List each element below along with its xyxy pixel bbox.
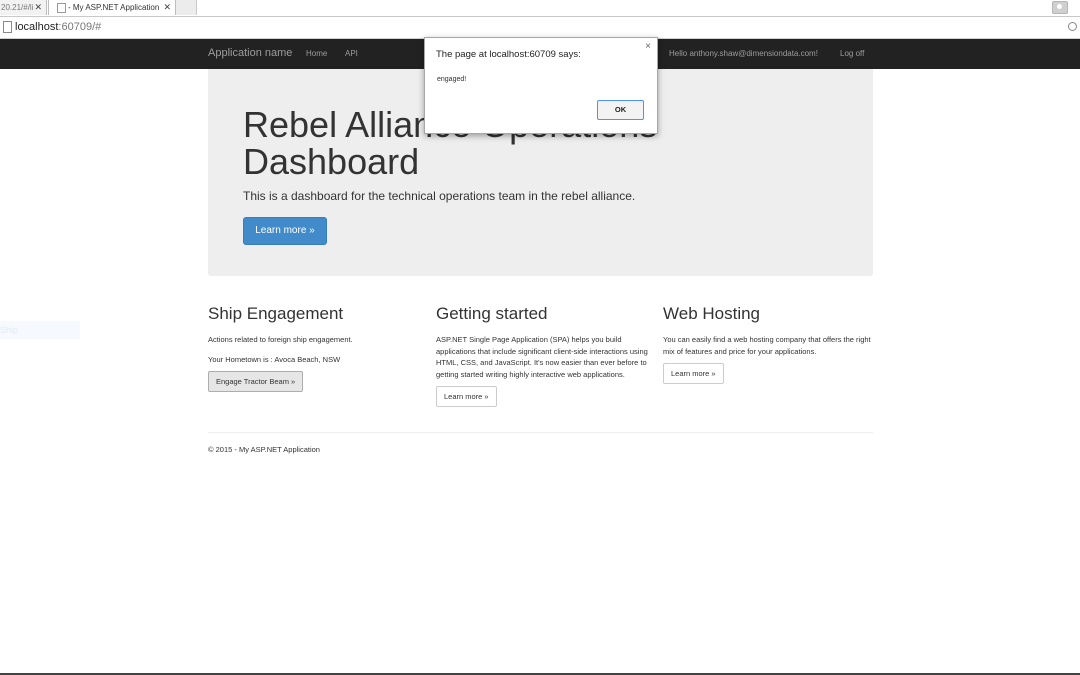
page-favicon-icon <box>57 3 66 13</box>
ship-engagement-text: Actions related to foreign ship engageme… <box>208 335 353 344</box>
url-host: localhost <box>15 21 59 33</box>
ship-engagement-section: Ship Engagement Actions related to forei… <box>208 303 423 392</box>
tab-title: - My ASP.NET Application <box>68 3 160 12</box>
browser-tab-active[interactable]: - My ASP.NET Application ✕ <box>48 0 176 15</box>
tab-close-icon[interactable]: ✕ <box>34 0 42 15</box>
browser-tab-strip: 20.21/#/li ✕ - My ASP.NET Application ✕ <box>0 0 1080 17</box>
nav-link-home[interactable]: Home <box>306 49 327 58</box>
learn-more-button[interactable]: Learn more » <box>243 217 327 245</box>
tab-close-icon[interactable]: ✕ <box>163 0 171 15</box>
getting-started-section: Getting started ASP.NET Single Page Appl… <box>436 303 651 407</box>
tab-title: 20.21/#/li <box>1 3 34 12</box>
navbar-brand[interactable]: Application name <box>208 47 292 59</box>
web-hosting-learn-more-button[interactable]: Learn more » <box>663 363 724 384</box>
profile-icon[interactable] <box>1052 1 1068 14</box>
address-bar[interactable]: localhost:60709/# <box>0 17 1080 39</box>
footer-divider <box>208 432 873 433</box>
dialog-message: engaged! <box>437 76 467 83</box>
dialog-title: The page at localhost:60709 says: <box>436 49 581 60</box>
web-hosting-text: You can easily find a web hosting compan… <box>663 335 871 356</box>
dialog-ok-button[interactable]: OK <box>597 100 644 120</box>
dialog-close-icon[interactable]: × <box>645 41 651 52</box>
getting-started-learn-more-button[interactable]: Learn more » <box>436 386 497 407</box>
web-hosting-section: Web Hosting You can easily find a web ho… <box>663 303 878 384</box>
page-icon <box>3 21 12 33</box>
jumbotron-lead: This is a dashboard for the technical op… <box>243 189 636 203</box>
faded-list-item: Ship <box>0 321 80 339</box>
getting-started-heading: Getting started <box>436 304 548 323</box>
getting-started-text: ASP.NET Single Page Application (SPA) he… <box>436 335 648 379</box>
web-hosting-heading: Web Hosting <box>663 304 761 323</box>
nav-link-api[interactable]: API <box>345 49 358 58</box>
ship-engagement-heading: Ship Engagement <box>208 304 344 323</box>
nav-link-logoff[interactable]: Log off <box>840 49 864 58</box>
url-text[interactable]: localhost:60709/# <box>15 20 101 34</box>
alert-dialog: The page at localhost:60709 says: × enga… <box>424 37 658 134</box>
footer-text: © 2015 - My ASP.NET Application <box>208 445 320 454</box>
url-path: :60709/# <box>58 21 102 33</box>
new-tab-button[interactable] <box>176 0 197 15</box>
nav-link-user[interactable]: Hello anthony.shaw@dimensiondata.com! <box>669 49 818 58</box>
browser-tab[interactable]: 20.21/#/li ✕ <box>0 0 47 15</box>
zoom-icon[interactable] <box>1068 22 1077 31</box>
engage-tractor-beam-button[interactable]: Engage Tractor Beam » <box>208 371 304 392</box>
hometown-text: Your Hometown is : Avoca Beach, NSW <box>208 354 341 364</box>
